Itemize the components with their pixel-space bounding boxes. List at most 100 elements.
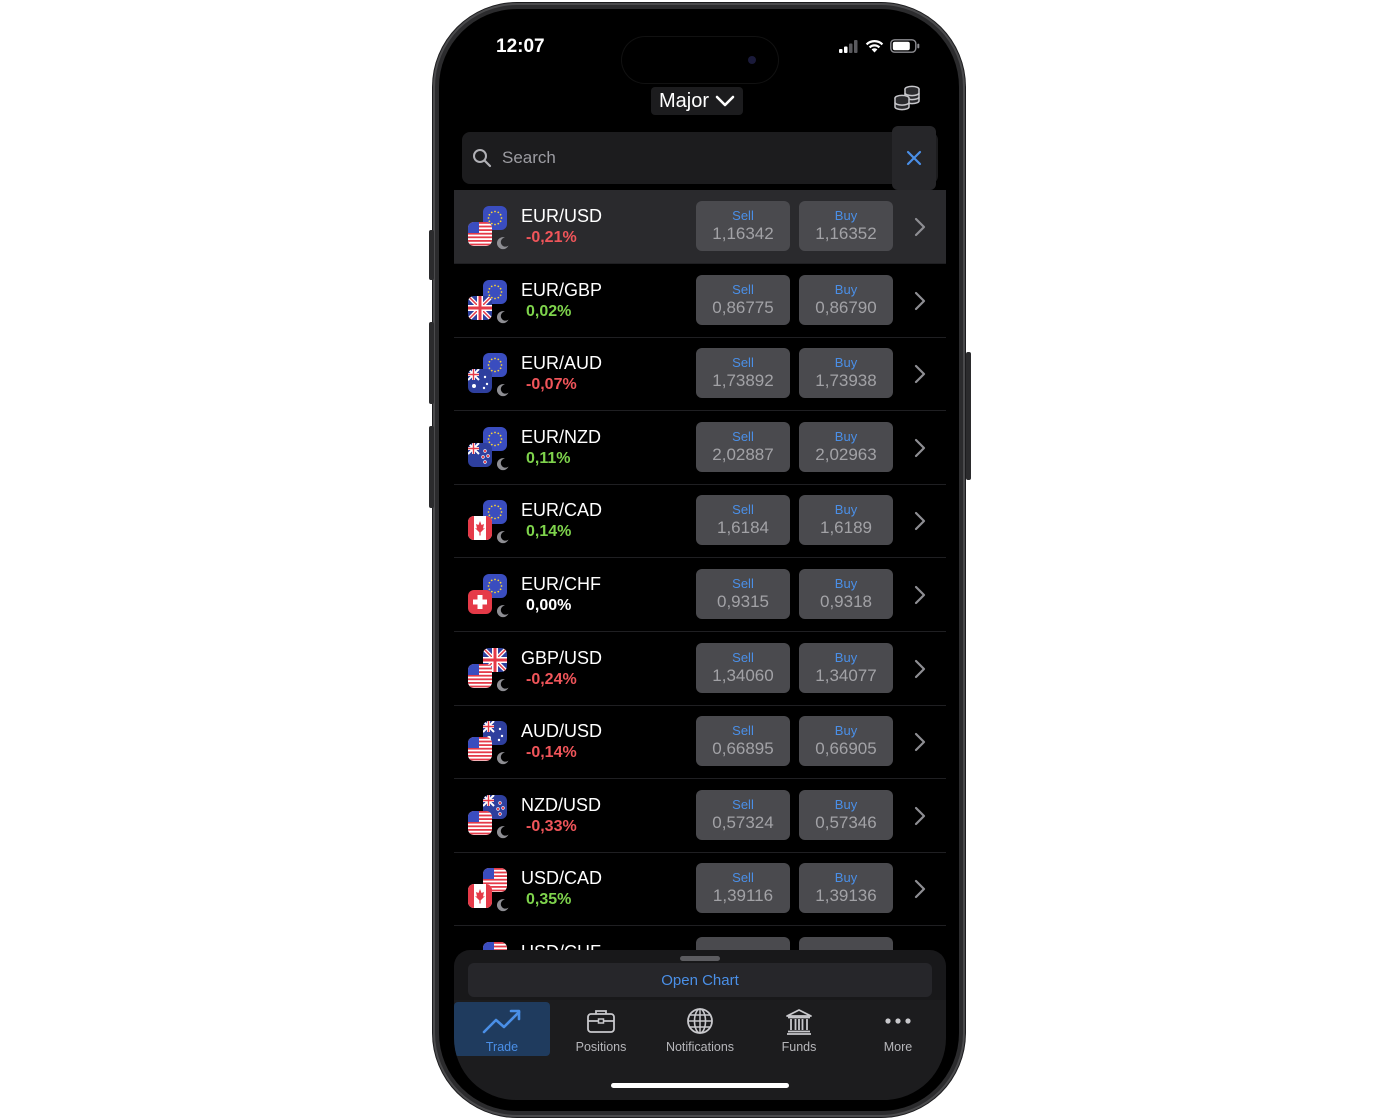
buy-price: 1,34077 [815, 665, 877, 685]
search-input[interactable] [502, 142, 882, 174]
gb-flag-icon [468, 295, 492, 320]
instrument-symbol: EUR/CAD [521, 500, 603, 521]
chevron-right-icon[interactable] [914, 585, 926, 610]
us-flag-icon [468, 222, 492, 246]
status-bar: 12:07 [454, 20, 946, 83]
sell-price: 1,34060 [712, 665, 774, 685]
sheet-grabber[interactable] [680, 956, 720, 961]
briefcase-icon [587, 1010, 615, 1033]
buy-button[interactable]: Buy 1,16352 [799, 201, 893, 251]
market-closed-moon-icon [496, 678, 510, 692]
market-closed-moon-icon [496, 604, 510, 618]
tab-label: Funds [781, 1040, 817, 1054]
instrument-row[interactable]: EUR/USD -0,21% Sell 1,16342 Buy 1,16352 [454, 190, 946, 264]
tab-more[interactable]: More [850, 1002, 946, 1056]
buy-button[interactable]: Buy 0,86790 [799, 274, 893, 325]
buy-button[interactable]: Buy 1,6189 [799, 495, 893, 546]
instrument-row[interactable]: GBP/USD -0,24% Sell 1,34060 Buy 1,34077 [454, 632, 946, 706]
market-closed-moon-icon [496, 825, 510, 839]
instrument-symbol: USD/CAD [521, 868, 603, 889]
sell-button[interactable]: Sell 0,66895 [696, 716, 790, 767]
buy-label: Buy [834, 723, 858, 739]
sell-button[interactable]: Sell 0,86775 [696, 274, 790, 325]
daily-change: 0,11% [526, 449, 571, 467]
buy-button[interactable]: Buy 0,57346 [799, 789, 893, 840]
buy-label: Buy [834, 502, 858, 518]
chevron-right-icon[interactable] [914, 806, 926, 831]
market-selector-label: Major [659, 89, 710, 112]
sell-button[interactable]: Sell 1,39116 [696, 863, 790, 914]
buy-button[interactable]: Buy 0,66905 [799, 716, 893, 767]
market-closed-moon-icon [496, 530, 510, 544]
instrument-row[interactable]: USD/CAD 0,35% Sell 1,39116 Buy 1,39136 [454, 852, 946, 927]
sell-button[interactable]: Sell [696, 937, 790, 950]
sell-button[interactable]: Sell 0,57324 [696, 789, 790, 840]
chevron-right-icon[interactable] [914, 438, 926, 463]
buy-button[interactable]: Buy 1,39136 [799, 863, 893, 914]
sell-label: Sell [732, 502, 754, 518]
buy-button[interactable]: Buy 1,73938 [799, 348, 893, 399]
close-icon [906, 150, 922, 166]
status-icons [839, 39, 920, 53]
chevron-right-icon[interactable] [914, 659, 926, 684]
market-selector[interactable]: Major [651, 87, 744, 115]
instrument-row[interactable]: AUD/USD -0,14% Sell 0,66895 Buy 0,66905 [454, 705, 946, 780]
daily-change: -0,21% [526, 229, 577, 246]
sell-label: Sell [732, 649, 754, 665]
instrument-row[interactable]: USD/CHF Sell Buy [454, 926, 946, 950]
buy-button[interactable]: Buy [799, 937, 893, 950]
sell-button[interactable]: Sell 1,16342 [696, 201, 790, 251]
buy-button[interactable]: Buy 1,34077 [799, 642, 893, 693]
tab-label: Positions [575, 1040, 627, 1054]
globe-icon [687, 1008, 713, 1034]
buy-price: 1,16352 [815, 224, 877, 243]
coins-icon[interactable] [892, 83, 922, 118]
sell-button[interactable]: Sell 1,34060 [696, 642, 790, 693]
daily-change: 0,02% [526, 302, 572, 320]
sell-price: 1,6184 [717, 518, 769, 538]
currency-pair-flags [468, 574, 510, 618]
tab-trade[interactable]: Trade [454, 1002, 550, 1056]
currency-pair-flags [468, 942, 508, 950]
chevron-right-icon[interactable] [914, 217, 926, 242]
instrument-row[interactable]: EUR/NZD 0,11% Sell 2,02887 Buy 2,02963 [454, 411, 946, 485]
instrument-symbol: EUR/CHF [521, 574, 601, 594]
ca-flag-icon [468, 516, 492, 541]
instrument-row[interactable]: EUR/AUD -0,07% Sell 1,73892 Buy 1,73938 [454, 337, 946, 412]
search-clear-button[interactable] [892, 126, 936, 190]
instrument-row[interactable]: EUR/GBP 0,02% Sell 0,86775 Buy 0,86790 [454, 264, 946, 338]
tab-label: Trade [485, 1040, 519, 1054]
sell-button[interactable]: Sell 0,9315 [696, 569, 790, 619]
tab-label: Notifications [665, 1040, 735, 1054]
tab-funds[interactable]: Funds [751, 1002, 847, 1056]
open-chart-button[interactable]: Open Chart [468, 963, 932, 997]
chevron-right-icon[interactable] [914, 364, 926, 389]
app-screen: 12:07 Major Search EUR/USD -0,21% Sell 1… [454, 20, 946, 1100]
buy-price: 0,57346 [815, 812, 877, 832]
chevron-right-icon[interactable] [914, 879, 926, 904]
dynamic-island [622, 37, 778, 83]
chevron-right-icon[interactable] [914, 291, 926, 316]
instrument-row[interactable]: EUR/CHF 0,00% Sell 0,9315 Buy 0,9318 [454, 558, 946, 632]
chevron-right-icon[interactable] [914, 732, 926, 757]
au-flag-icon [468, 369, 492, 394]
buy-button[interactable]: Buy 0,9318 [799, 569, 893, 619]
volume-down-button [429, 426, 434, 508]
sell-button[interactable]: Sell 2,02887 [696, 421, 790, 472]
market-closed-moon-icon [496, 457, 510, 471]
instrument-row[interactable]: EUR/CAD 0,14% Sell 1,6184 Buy 1,6189 [454, 484, 946, 559]
currency-pair-flags [468, 353, 509, 397]
sell-label: Sell [732, 428, 754, 444]
sell-button[interactable]: Sell 1,6184 [696, 495, 790, 546]
sell-price: 0,86775 [712, 297, 774, 317]
tab-positions[interactable]: Positions [553, 1002, 649, 1056]
daily-change: -0,24% [526, 670, 577, 688]
instrument-row[interactable]: NZD/USD -0,33% Sell 0,57324 Buy 0,57346 [454, 779, 946, 853]
sell-button[interactable]: Sell 1,73892 [696, 348, 790, 399]
tab-notifications[interactable]: Notifications [652, 1002, 748, 1056]
buy-button[interactable]: Buy 2,02963 [799, 421, 893, 472]
instrument-symbol: AUD/USD [521, 721, 603, 742]
instrument-symbol: EUR/NZD [521, 426, 601, 447]
status-time: 12:07 [496, 36, 545, 57]
chevron-right-icon[interactable] [914, 511, 926, 536]
